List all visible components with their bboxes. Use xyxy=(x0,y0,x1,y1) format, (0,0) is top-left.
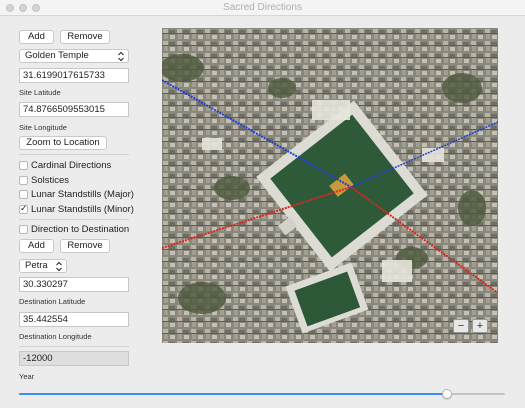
checkbox-box xyxy=(19,176,28,185)
window-title: Sacred Directions xyxy=(223,2,302,13)
map-imagery xyxy=(162,28,498,343)
check-mark-icon: ✓ xyxy=(20,203,28,213)
checkbox-box xyxy=(19,190,28,199)
checkbox-label: Solstices xyxy=(31,175,70,186)
destination-latitude-label: Destination Latitude xyxy=(19,297,86,306)
checkbox-label: Lunar Standstills (Major) xyxy=(31,189,134,200)
solstices-checkbox[interactable]: Solstices xyxy=(19,175,129,186)
destination-longitude-field[interactable]: 35.442554 xyxy=(19,312,129,327)
year-slider-fill xyxy=(19,393,447,395)
checkbox-label: Lunar Standstills (Minor) xyxy=(31,204,134,215)
cardinal-directions-checkbox[interactable]: Cardinal Directions xyxy=(19,160,129,171)
year-slider-knob[interactable] xyxy=(441,389,452,399)
separator xyxy=(19,219,129,220)
site-longitude-field[interactable]: 74.8766509553015 xyxy=(19,102,129,117)
checkbox-box: ✓ xyxy=(19,203,28,214)
site-latitude-field[interactable]: 31.6199017615733 xyxy=(19,68,129,83)
separator xyxy=(19,346,129,347)
checkbox-box xyxy=(19,161,28,170)
destination-latitude-field[interactable]: 30.330297 xyxy=(19,277,129,292)
site-latitude-label: Site Latitude xyxy=(19,88,61,97)
app-window: Sacred Directions Add Remove Golden Temp… xyxy=(0,0,525,408)
remove-destination-button[interactable]: Remove xyxy=(60,239,110,253)
title-bar: Sacred Directions xyxy=(0,0,525,16)
chevron-up-down-icon xyxy=(118,51,124,62)
add-site-button[interactable]: Add xyxy=(19,30,54,44)
site-longitude-label: Site Longitude xyxy=(19,123,67,132)
add-destination-button[interactable]: Add xyxy=(19,239,54,253)
direction-to-destination-checkbox[interactable]: Direction to Destination xyxy=(19,224,144,235)
year-slider-track[interactable] xyxy=(19,393,505,395)
year-label: Year xyxy=(19,372,35,381)
lunar-standstills-minor-checkbox[interactable]: ✓ Lunar Standstills (Minor) xyxy=(19,203,144,215)
checkbox-label: Direction to Destination xyxy=(31,224,130,235)
site-select-value: Golden Temple xyxy=(25,50,89,61)
separator xyxy=(19,154,129,155)
remove-site-button[interactable]: Remove xyxy=(60,30,110,44)
checkbox-label: Cardinal Directions xyxy=(31,160,112,171)
destination-longitude-label: Destination Longitude xyxy=(19,332,92,341)
map-zoom-in-button[interactable]: + xyxy=(472,319,488,333)
lunar-standstills-major-checkbox[interactable]: Lunar Standstills (Major) xyxy=(19,189,144,200)
map-zoom-out-button[interactable]: − xyxy=(453,319,469,333)
year-field[interactable]: -12000 xyxy=(19,351,129,366)
site-select[interactable]: Golden Temple xyxy=(19,49,129,63)
satellite-map[interactable]: − + xyxy=(162,28,498,343)
destination-select-value: Petra xyxy=(25,260,48,271)
checkbox-box xyxy=(19,225,28,234)
zoom-to-location-button[interactable]: Zoom to Location xyxy=(19,136,107,150)
chevron-up-down-icon xyxy=(56,261,62,272)
destination-select[interactable]: Petra xyxy=(19,259,67,273)
